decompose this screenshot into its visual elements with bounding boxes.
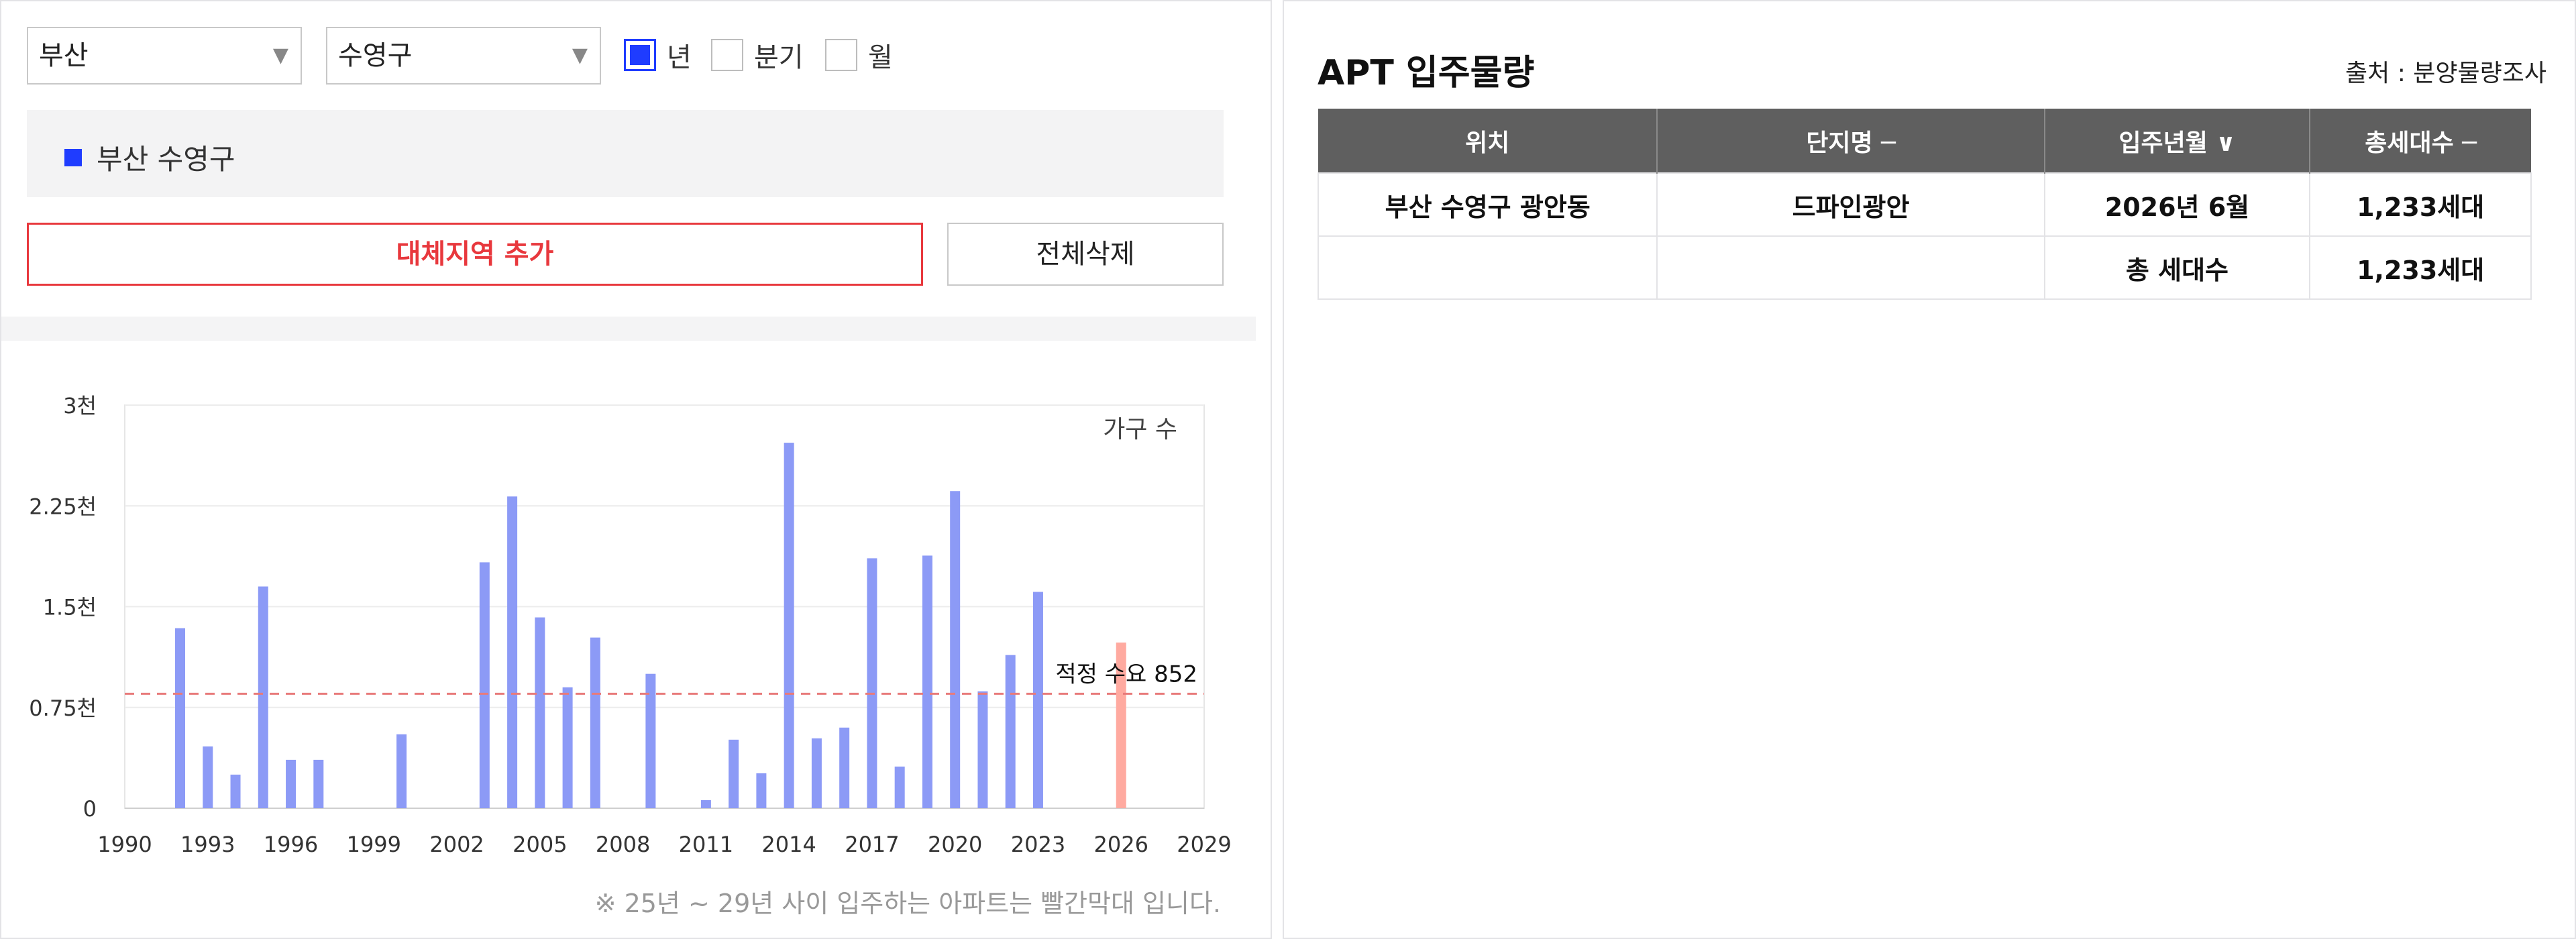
checkbox-icon[interactable] <box>825 39 857 71</box>
table-total-row: 총 세대수 1,233세대 <box>1317 235 2532 300</box>
bar <box>230 774 241 808</box>
table-header-row: 위치 단지명 ─ 입주년월 ∨ 총세대수 ─ <box>1318 109 2531 173</box>
column-header-location: 위치 <box>1318 109 1658 173</box>
bar <box>396 734 407 808</box>
source-label: 출처 : 분양물량조사 <box>2345 60 2546 87</box>
cell-complex: 드파인광안 <box>1656 172 2045 237</box>
bar <box>479 562 490 808</box>
add-region-button[interactable]: 대체지역 추가 <box>27 223 923 286</box>
column-header-move-in[interactable]: 입주년월 ∨ <box>2044 109 2311 173</box>
bar <box>175 628 186 808</box>
period-year-label: 년 <box>667 42 692 73</box>
x-tick-label: 2014 <box>761 832 816 857</box>
bar <box>286 759 297 808</box>
bar <box>950 491 961 808</box>
region-item-label: 부산 수영구 <box>97 143 235 176</box>
x-tick-label: 2005 <box>513 832 567 857</box>
bar <box>535 617 545 808</box>
cell-location <box>1317 235 1658 300</box>
x-tick-label: 1999 <box>347 832 401 857</box>
x-tick-label: 2023 <box>1011 832 1065 857</box>
bar <box>894 766 905 808</box>
district-select[interactable]: 수영구 ▼ <box>326 27 601 85</box>
cell-households: 1,233세대 <box>2309 172 2532 237</box>
region-item[interactable]: 부산 수영구 <box>64 137 235 178</box>
province-select-value: 부산 <box>39 40 89 71</box>
bar <box>590 637 600 808</box>
cell-total-households: 1,233세대 <box>2309 235 2532 300</box>
period-year-checkbox[interactable]: 년 <box>624 36 692 74</box>
apt-supply-table: 위치 단지명 ─ 입주년월 ∨ 총세대수 ─ 부산 수영구 광안동 드파인광안 … <box>1317 109 2532 300</box>
bar <box>1005 655 1016 808</box>
x-tick-label: 2008 <box>596 832 650 857</box>
x-tick-label: 1993 <box>180 832 235 857</box>
bar <box>203 746 213 808</box>
x-tick-label: 1990 <box>97 832 152 857</box>
x-tick-label: 2017 <box>845 832 899 857</box>
bar <box>507 496 518 808</box>
apt-supply-panel: APT 입주물량 출처 : 분양물량조사 위치 단지명 ─ 입주년월 ∨ 총세대… <box>1283 0 2576 939</box>
bar <box>839 727 850 808</box>
period-month-checkbox[interactable]: 월 <box>825 36 893 74</box>
chart-panel: 부산 ▼ 수영구 ▼ 년 분기 월 부산 수영구 대체지역 추가 전체삭제 00… <box>0 0 1272 939</box>
period-quarter-label: 분기 <box>754 42 804 73</box>
x-tick-label: 2002 <box>429 832 484 857</box>
province-select[interactable]: 부산 ▼ <box>27 27 302 85</box>
bar <box>756 773 767 808</box>
panel-title: APT 입주물량 <box>1318 53 1535 93</box>
bar <box>867 558 877 808</box>
chart-note: ※ 25년 ~ 29년 사이 입주하는 아파트는 빨간막대 입니다. <box>594 889 1221 918</box>
bar <box>811 738 822 808</box>
reference-line-label: 적정 수요 852 <box>1055 661 1197 687</box>
bar <box>562 687 573 808</box>
column-header-households[interactable]: 총세대수 ─ <box>2310 109 2531 173</box>
y-tick-label: 0 <box>83 796 97 822</box>
section-divider <box>1 317 1256 341</box>
checkbox-icon[interactable] <box>624 39 656 71</box>
period-quarter-checkbox[interactable]: 분기 <box>711 36 804 74</box>
chevron-down-icon: ▼ <box>272 44 288 67</box>
period-month-label: 월 <box>868 42 893 73</box>
x-tick-label: 2026 <box>1094 832 1148 857</box>
y-axis-label: 가구 수 <box>1103 416 1177 443</box>
delete-all-button[interactable]: 전체삭제 <box>947 223 1224 286</box>
bar <box>729 739 739 808</box>
checkbox-icon[interactable] <box>711 39 743 71</box>
bar <box>700 799 711 808</box>
cell-complex <box>1656 235 2045 300</box>
bar <box>313 759 324 808</box>
x-tick-label: 2029 <box>1177 832 1231 857</box>
x-tick-label: 2020 <box>928 832 982 857</box>
bar <box>922 555 932 808</box>
y-tick-label: 2.25천 <box>29 494 97 519</box>
bar <box>977 691 988 808</box>
selected-region-list: 부산 수영구 <box>27 110 1224 197</box>
y-tick-label: 0.75천 <box>29 696 97 721</box>
y-tick-label: 1.5천 <box>43 595 97 620</box>
supply-bar-chart: 0 0.75천 1.5천 2.25천 3천 1990 1993 1996 1999 2002 200… <box>1 364 1263 939</box>
chart-svg: 0 0.75천 1.5천 2.25천 3천 1990 1993 1996 1999 2002 200… <box>29 393 1231 857</box>
cell-location: 부산 수영구 광안동 <box>1317 172 1658 237</box>
column-header-complex[interactable]: 단지명 ─ <box>1657 109 2045 173</box>
x-tick-label: 2011 <box>679 832 733 857</box>
chevron-down-icon: ▼ <box>572 44 588 67</box>
cell-total-label: 총 세대수 <box>2043 235 2311 300</box>
district-select-value: 수영구 <box>338 40 413 71</box>
bar <box>1032 592 1043 808</box>
cell-move-in: 2026년 6월 <box>2043 172 2311 237</box>
table-row: 부산 수영구 광안동 드파인광안 2026년 6월 1,233세대 <box>1317 172 2532 237</box>
square-legend-icon <box>64 148 82 166</box>
x-tick-label: 1996 <box>264 832 318 857</box>
y-tick-label: 3천 <box>63 393 97 419</box>
bar <box>784 443 794 808</box>
bar <box>258 586 268 808</box>
